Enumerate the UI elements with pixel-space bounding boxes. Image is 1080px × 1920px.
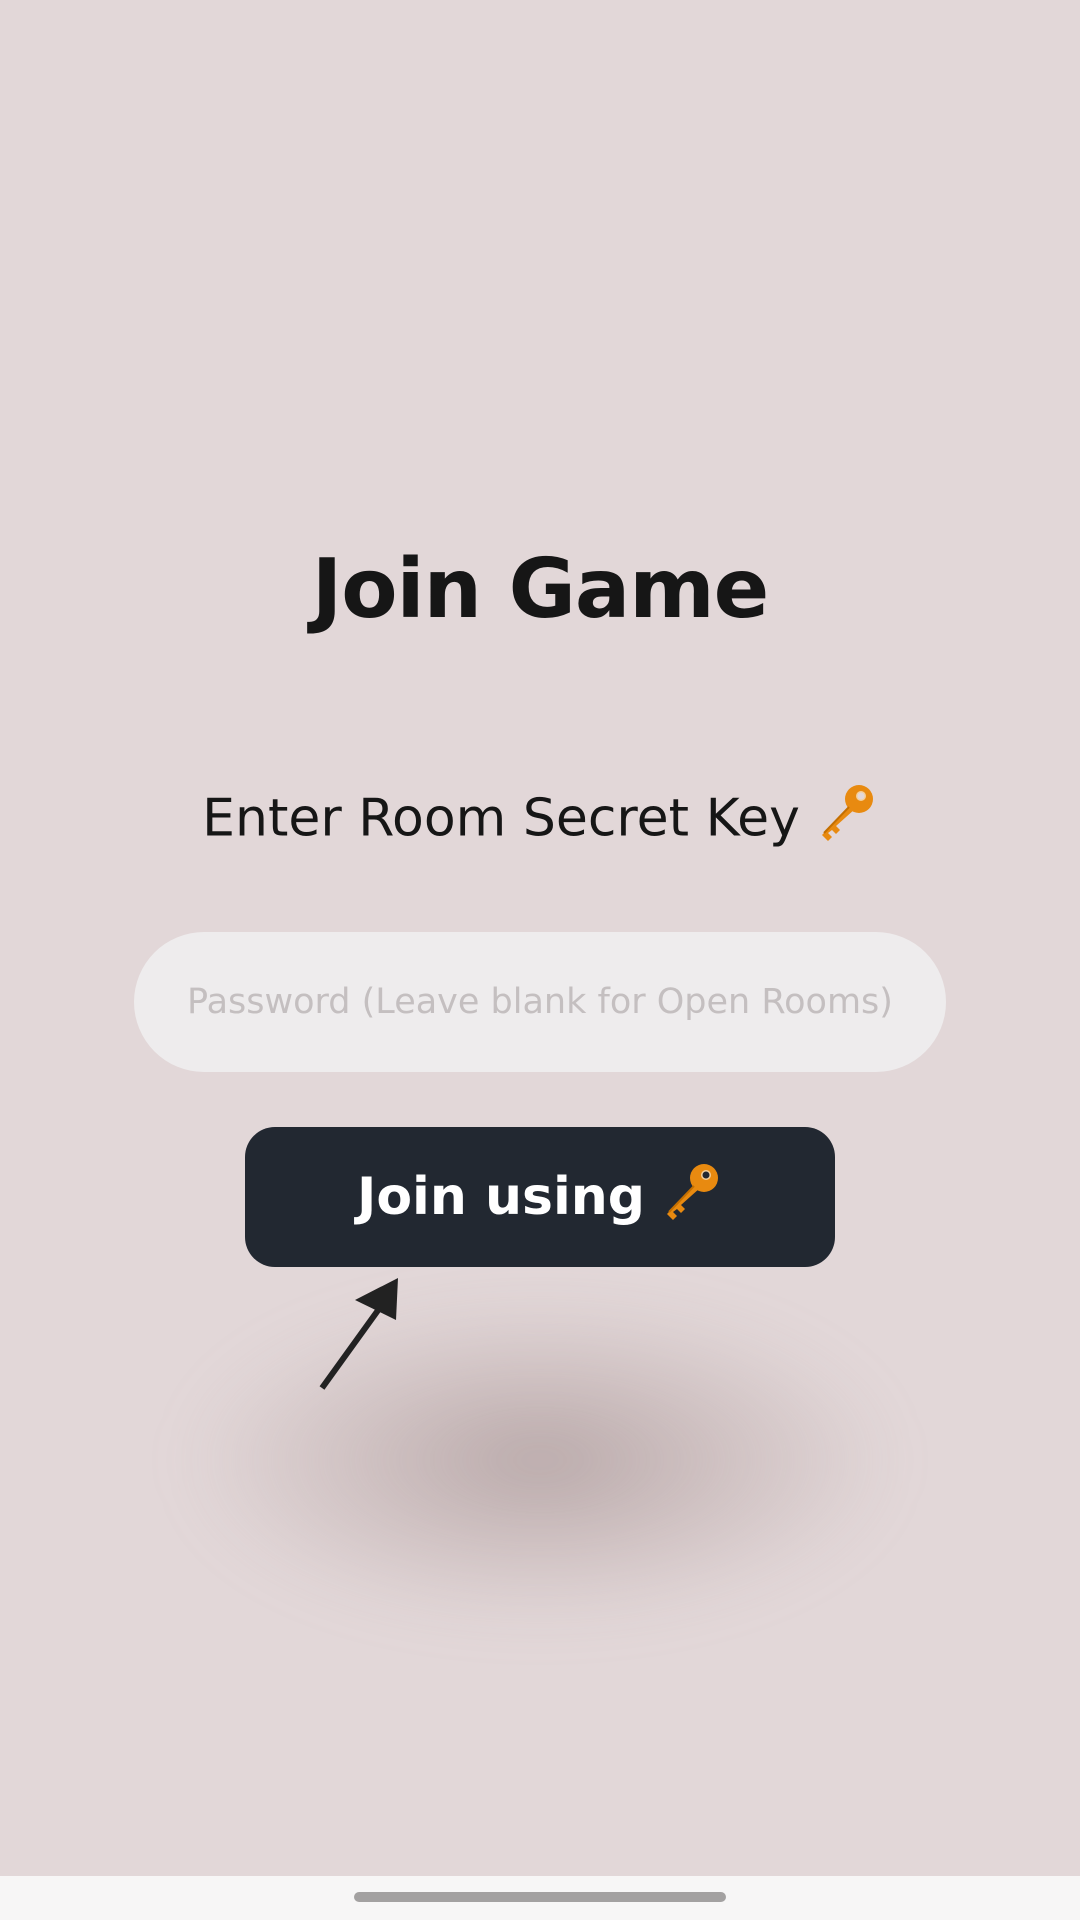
subtitle-row: Enter Room Secret Key (0, 780, 1080, 863)
key-icon (814, 780, 878, 863)
pointer-arrow-icon (319, 1278, 398, 1390)
subtitle-label: Enter Room Secret Key (202, 788, 800, 849)
join-game-screen: Join Game Enter Room Secret Key Join usi… (0, 0, 1080, 1876)
join-using-key-button[interactable]: Join using (245, 1127, 835, 1267)
key-icon (659, 1159, 723, 1236)
join-button-label: Join using (356, 1167, 646, 1227)
background-shadow (190, 1300, 890, 1620)
page-title: Join Game (311, 542, 770, 637)
password-input[interactable] (134, 932, 946, 1072)
home-indicator[interactable] (354, 1892, 726, 1902)
system-navigation-bar (0, 1876, 1080, 1920)
